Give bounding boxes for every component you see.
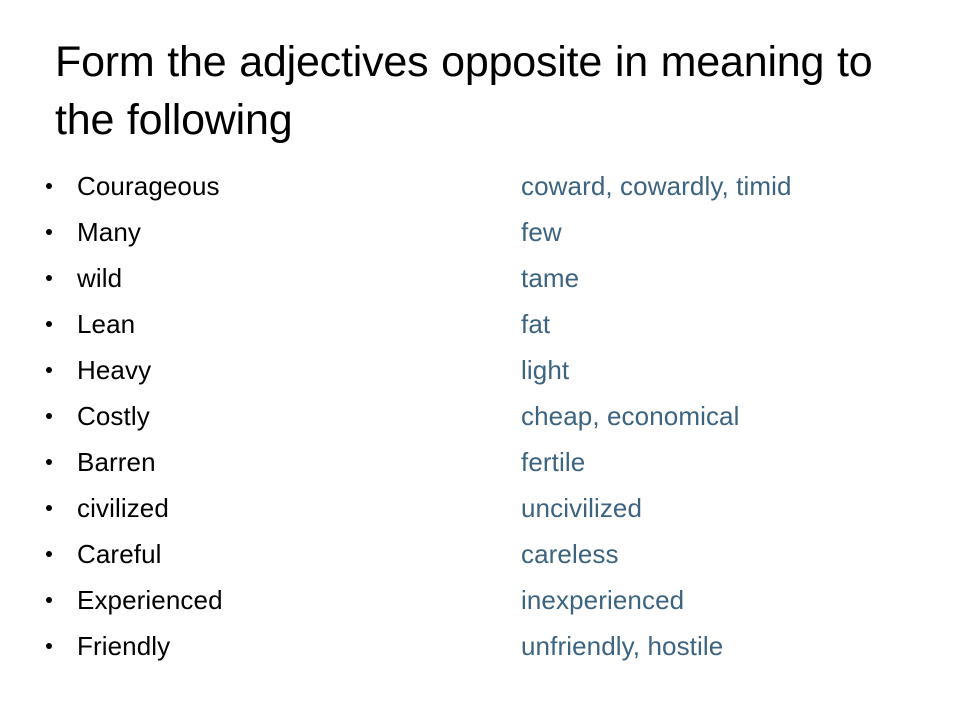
opposite-label: careless xyxy=(521,539,619,569)
term-label: Experienced xyxy=(77,585,223,615)
list-item: Lean fat xyxy=(0,301,960,347)
opposite-label: fertile xyxy=(521,447,586,477)
list-item: Many few xyxy=(0,209,960,255)
opposite-label: uncivilized xyxy=(521,493,643,523)
term-label: Lean xyxy=(77,309,136,339)
opposite-label: tame xyxy=(521,263,580,293)
bullet-dot-icon xyxy=(46,229,52,235)
opposite-label: inexperienced xyxy=(521,585,685,615)
bullet-dot-icon xyxy=(46,597,52,603)
opposite-label: cheap, economical xyxy=(521,401,740,431)
bullet-dot-icon xyxy=(46,505,52,511)
term-label: Many xyxy=(77,217,141,247)
opposite-label: coward, cowardly, timid xyxy=(521,171,792,201)
list-item: Costly cheap, economical xyxy=(0,393,960,439)
bullet-dot-icon xyxy=(46,275,52,281)
slide-canvas: Form the adjectives opposite in meaning … xyxy=(0,0,960,720)
bullet-dot-icon xyxy=(46,413,52,419)
list-item: Friendly unfriendly, hostile xyxy=(0,623,960,669)
bullet-dot-icon xyxy=(46,643,52,649)
opposite-label: few xyxy=(521,217,562,247)
term-label: Friendly xyxy=(77,631,171,661)
list-item: Courageous coward, cowardly, timid xyxy=(0,163,960,209)
list-item: Barren fertile xyxy=(0,439,960,485)
list-item: Heavy light xyxy=(0,347,960,393)
list-item: Experienced inexperienced xyxy=(0,577,960,623)
bullet-dot-icon xyxy=(46,183,52,189)
term-label: Courageous xyxy=(77,171,220,201)
term-label: Barren xyxy=(77,447,156,477)
adjective-opposites-list: Courageous coward, cowardly, timid Many … xyxy=(0,163,960,669)
term-label: Careful xyxy=(77,539,162,569)
list-item: Careful careless xyxy=(0,531,960,577)
term-label: Costly xyxy=(77,401,150,431)
page-title: Form the adjectives opposite in meaning … xyxy=(55,38,873,144)
list-item: wild tame xyxy=(0,255,960,301)
opposite-label: unfriendly, hostile xyxy=(521,631,724,661)
list-item: civilized uncivilized xyxy=(0,485,960,531)
title-block: Form the adjectives opposite in meaning … xyxy=(55,33,925,149)
bullet-dot-icon xyxy=(46,321,52,327)
term-label: civilized xyxy=(77,493,169,523)
opposite-label: light xyxy=(521,355,570,385)
term-label: Heavy xyxy=(77,355,152,385)
term-label: wild xyxy=(77,263,123,293)
bullet-dot-icon xyxy=(46,367,52,373)
bullet-dot-icon xyxy=(46,551,52,557)
opposite-label: fat xyxy=(521,309,551,339)
bullet-dot-icon xyxy=(46,459,52,465)
